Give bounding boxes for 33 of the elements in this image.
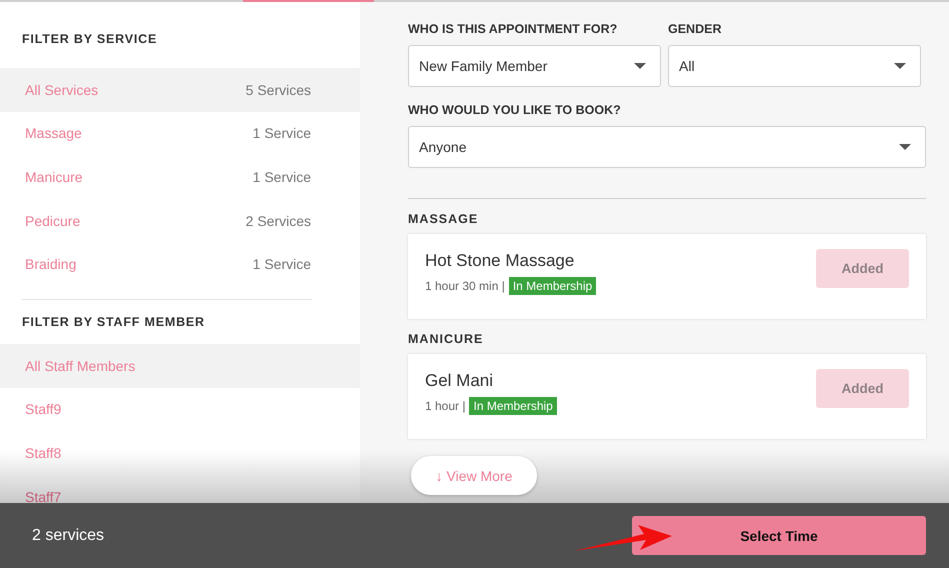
added-button[interactable]: Added: [816, 369, 909, 408]
filter-item[interactable]: Massage 1 Service: [0, 112, 360, 156]
membership-badge: In Membership: [469, 397, 557, 415]
caret-icon: [634, 63, 646, 69]
section-heading: FILTER BY STAFF MEMBER: [21, 314, 206, 331]
filter-item[interactable]: All Services 5 Services: [0, 68, 360, 112]
service-name: Gel Mani: [425, 371, 494, 391]
dropdown-field[interactable]: All: [668, 45, 921, 87]
filter-item[interactable]: Braiding 1 Service: [0, 242, 360, 286]
caret-icon: [899, 144, 911, 150]
dropdown-field[interactable]: Anyone: [408, 126, 926, 168]
services-count: 2 services: [32, 526, 104, 544]
section-heading: MANICURE: [408, 331, 484, 348]
service-name: Hot Stone Massage: [425, 251, 576, 271]
section-heading: MASSAGE: [408, 211, 480, 228]
field-label: WHO WOULD YOU LIKE TO BOOK?: [408, 103, 622, 117]
filter-item[interactable]: All Staff Members: [0, 344, 360, 388]
field-label: WHO IS THIS APPOINTMENT FOR?: [408, 22, 618, 36]
select-time-button[interactable]: Select Time: [632, 516, 926, 555]
filter-item[interactable]: Manicure 1 Service: [0, 155, 360, 199]
section-heading: FILTER BY SERVICE: [21, 31, 158, 48]
view-more-button[interactable]: ↓ View More: [411, 456, 537, 495]
membership-badge: In Membership: [508, 277, 596, 295]
service-duration: 1 hour |: [425, 399, 466, 413]
dropdown-field[interactable]: New Family Member: [408, 45, 661, 87]
filter-item[interactable]: Staff8: [0, 431, 360, 475]
filter-item[interactable]: Staff7: [0, 474, 360, 503]
filter-item[interactable]: Staff9: [0, 388, 360, 432]
added-button[interactable]: Added: [816, 249, 909, 288]
field-label: GENDER: [668, 22, 722, 36]
caret-icon: [894, 63, 906, 69]
service-duration: 1 hour 30 min |: [425, 279, 505, 293]
filter-item[interactable]: Pedicure 2 Services: [0, 198, 360, 242]
